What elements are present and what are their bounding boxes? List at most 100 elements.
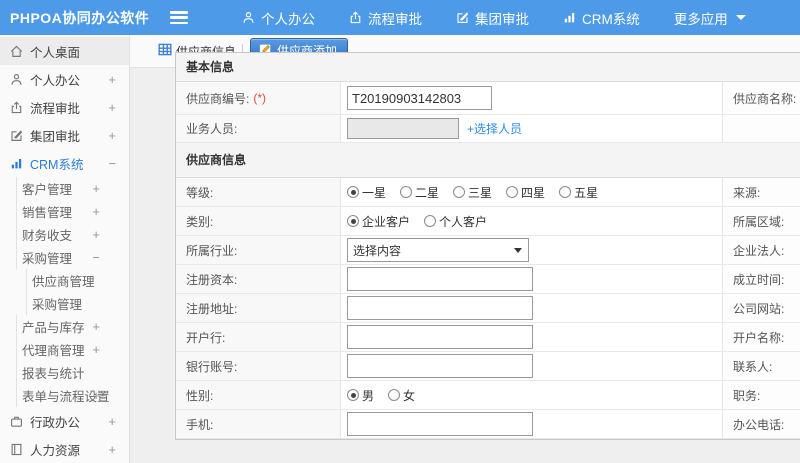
form-row: 注册地址: 公司网站: (176, 294, 800, 323)
field-label: 供应商编号: (*) (176, 82, 341, 114)
field-label-right: 供应商名称:(*) (723, 82, 800, 114)
form-row: 开户行: 开户名称: (176, 323, 800, 352)
radio-label: 四星 (521, 185, 546, 200)
field-cell (341, 410, 723, 438)
text-input[interactable] (347, 354, 533, 378)
radio-option: 三星 (453, 184, 492, 201)
radio-checked-icon[interactable] (347, 215, 359, 227)
sidebar-item-0[interactable]: 个人桌面 (0, 37, 129, 65)
field-label-right: 企业法人: (723, 236, 800, 264)
field-label: 所属行业: (176, 236, 341, 264)
topnav-label: 个人办公 (261, 11, 315, 27)
radio-unchecked-icon[interactable] (506, 186, 519, 198)
sidebar-item-6[interactable]: 销售管理 + (0, 200, 129, 223)
chart-icon (563, 11, 582, 24)
sidebar-item-label: 流程审批 (30, 101, 81, 116)
table-icon (158, 43, 176, 59)
radio-option: 五星 (559, 184, 598, 201)
sidebar-item-label: 报表与统计 (22, 367, 85, 381)
content-area: 供应商信息 供应商添加 基本信息供应商编号:(*)供应商名称:(*)业务人员:+… (130, 35, 800, 463)
radio-group: 企业客户 个人客户 (347, 213, 501, 230)
sidebar-item-label: 个人办公 (30, 73, 81, 88)
topnav-item-3[interactable]: CRM系统 (563, 8, 640, 28)
sidebar-item-14[interactable]: 表单与流程设置 + (0, 384, 129, 407)
field-label-right: 开户名称: (723, 323, 800, 351)
field-cell (341, 294, 723, 322)
sidebar-item-4[interactable]: CRM系统 − (0, 149, 129, 177)
edit-icon (10, 129, 30, 142)
sidebar-item-7[interactable]: 财务收支 + (0, 223, 129, 246)
field-label-right: 联系人: (723, 352, 800, 380)
field-label: 注册地址: (176, 294, 341, 322)
select-person-link[interactable]: +选择人员 (467, 120, 522, 137)
edit-icon (456, 11, 475, 24)
form-row: 所属行业: 选择内容 企业法人: (176, 236, 800, 265)
sidebar-item-15[interactable]: 行政办公 + (0, 407, 129, 435)
form-row: 等级: 一星 二星 三星 四星 五星 来源: (176, 178, 800, 207)
sidebar-item-1[interactable]: 个人办公 + (0, 65, 129, 93)
text-input[interactable] (347, 325, 533, 349)
field-cell (341, 352, 723, 380)
text-input[interactable] (347, 412, 533, 436)
field-cell: 选择内容 (341, 236, 723, 264)
field-label: 手机: (176, 410, 341, 438)
sidebar-item-label: 集团审批 (30, 129, 81, 144)
user-icon (10, 73, 30, 86)
topnav-item-4[interactable]: 更多应用 (674, 8, 746, 28)
field-label: 注册资本: (176, 265, 341, 293)
radio-option: 男 (347, 387, 374, 404)
field-label: 性别: (176, 381, 341, 409)
expand-plus-icon: + (92, 204, 100, 219)
expand-plus-icon: + (92, 342, 100, 357)
topnav-label: CRM系统 (582, 11, 640, 27)
sidebar-item-label: CRM系统 (30, 157, 84, 172)
topnav-item-2[interactable]: 集团审批 (456, 8, 529, 28)
menu-icon[interactable] (170, 11, 188, 24)
radio-option: 二星 (400, 184, 439, 201)
form-row: 类别: 企业客户 个人客户 所属区域: (176, 207, 800, 236)
radio-group: 男女 (347, 387, 429, 404)
sidebar-item-11[interactable]: 产品与库存 + (0, 315, 129, 338)
sidebar-item-9[interactable]: 供应商管理 (0, 269, 129, 292)
field-label: 类别: (176, 207, 341, 235)
text-input[interactable] (347, 296, 533, 320)
collapse-minus-icon: − (92, 250, 100, 265)
radio-unchecked-icon[interactable] (424, 215, 437, 227)
disabled-input (347, 118, 459, 139)
radio-unchecked-icon[interactable] (559, 186, 572, 198)
sidebar-item-5[interactable]: 客户管理 + (0, 177, 129, 200)
field-label-right: 成立时间: (723, 265, 800, 293)
field-cell: 一星 二星 三星 四星 五星 (341, 178, 723, 206)
text-input[interactable] (347, 86, 492, 110)
dropdown-select[interactable]: 选择内容 (347, 238, 529, 262)
form-row: 业务人员: +选择人员 (176, 115, 800, 143)
sidebar-item-2[interactable]: 流程审批 + (0, 93, 129, 121)
topnav-item-0[interactable]: 个人办公 (242, 8, 315, 28)
app-logo: PHPOA协同办公软件 (10, 9, 150, 26)
sidebar-item-label: 产品与库存 (22, 321, 85, 335)
sidebar-item-16[interactable]: 人力资源 + (0, 435, 129, 463)
sidebar-item-label: 财务收支 (22, 229, 73, 243)
sidebar-item-13[interactable]: 报表与统计 (0, 361, 129, 384)
sidebar-item-3[interactable]: 集团审批 + (0, 121, 129, 149)
sidebar-item-label: 个人桌面 (30, 45, 81, 60)
expand-plus-icon: + (92, 227, 100, 242)
user-icon (242, 11, 261, 24)
radio-unchecked-icon[interactable] (388, 389, 401, 401)
radio-unchecked-icon[interactable] (400, 186, 413, 198)
radio-checked-icon[interactable] (347, 389, 359, 401)
form-row: 供应商编号:(*) 供应商名称:(*) (176, 82, 800, 115)
radio-group: 一星 二星 三星 四星 五星 (347, 184, 612, 201)
radio-option: 一星 (347, 184, 386, 201)
briefcase-icon (10, 415, 30, 428)
field-label-right: 所属区域: (723, 207, 800, 235)
radio-unchecked-icon[interactable] (453, 186, 466, 198)
radio-option: 女 (388, 387, 415, 404)
sidebar-item-8[interactable]: 采购管理 − (0, 246, 129, 269)
radio-checked-icon[interactable] (347, 186, 359, 198)
sidebar-item-10[interactable]: 采购管理 (0, 292, 129, 315)
text-input[interactable] (347, 267, 533, 291)
home-icon (10, 45, 30, 58)
sidebar-item-12[interactable]: 代理商管理 + (0, 338, 129, 361)
topnav-item-1[interactable]: 流程审批 (349, 8, 422, 28)
